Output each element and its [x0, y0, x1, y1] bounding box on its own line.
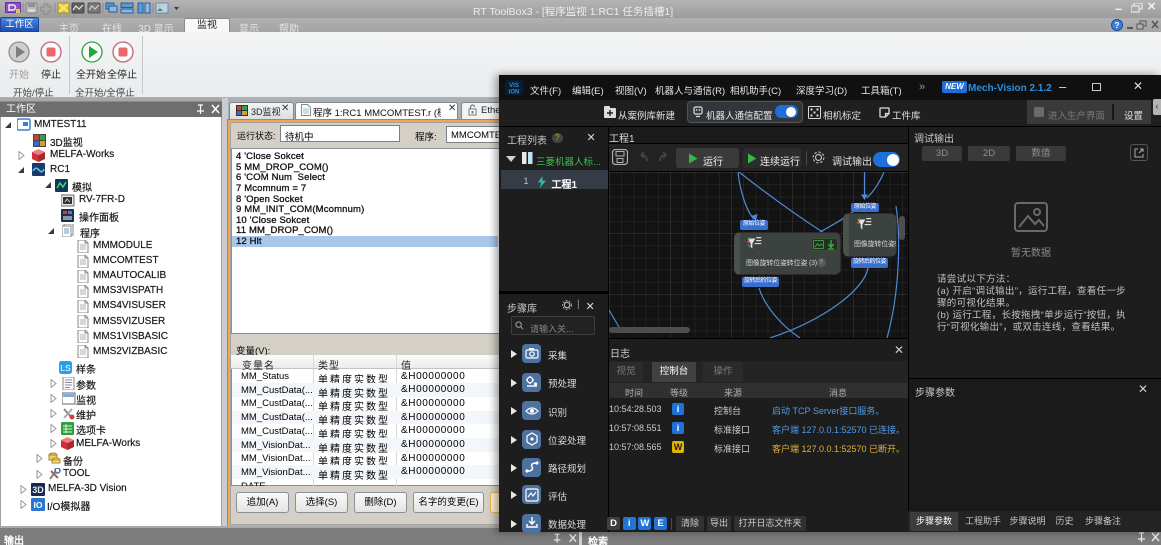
svg-text:LS: LS: [60, 363, 71, 373]
svg-text:IO: IO: [34, 500, 43, 510]
svg-text:VIS: VIS: [509, 83, 519, 89]
svg-text:3D: 3D: [32, 485, 44, 495]
svg-text:?: ?: [1115, 21, 1120, 30]
svg-text:ION: ION: [509, 90, 520, 96]
